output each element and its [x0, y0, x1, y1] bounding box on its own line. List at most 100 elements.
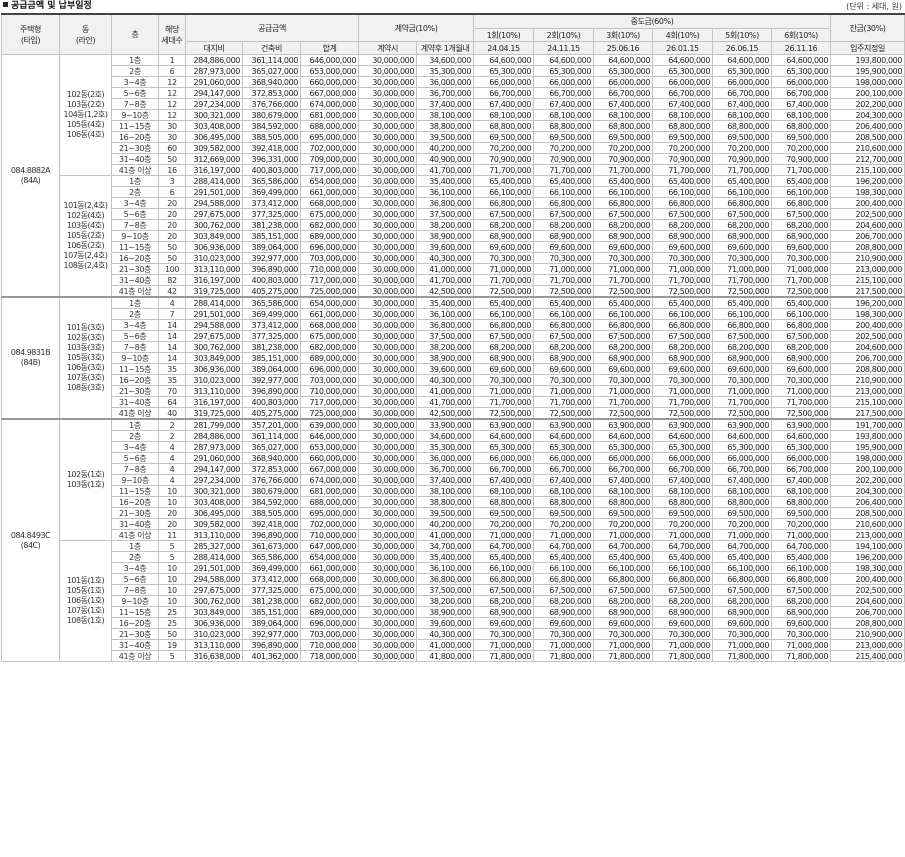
deposit-on-contract-cell: 30,000,000 — [358, 418, 418, 431]
mid-payment-5-cell: 63,900,000 — [712, 418, 773, 431]
mid-payment-2-cell: 65,300,000 — [533, 65, 595, 77]
land-price-cell: 310,023,000 — [185, 628, 243, 640]
mid-payment-2-cell: 66,100,000 — [533, 186, 595, 198]
total-price-cell: 654,000,000 — [299, 551, 360, 563]
building-price-cell: 401,362,000 — [242, 650, 301, 662]
deposit-after-month-cell: 36,800,000 — [416, 197, 475, 209]
mid-payment-2-cell: 66,100,000 — [533, 308, 595, 320]
units-cell: 42 — [158, 285, 186, 298]
mid-payment-2-cell: 70,300,000 — [533, 374, 595, 386]
mid-payment-3-cell: 71,000,000 — [593, 263, 654, 275]
total-price-cell: 646,000,000 — [299, 430, 360, 442]
floor-cell: 11~15층 — [111, 606, 159, 618]
deposit-after-month-cell: 41,000,000 — [416, 639, 475, 651]
units-cell: 30 — [158, 131, 186, 143]
deposit-on-contract-cell: 30,000,000 — [358, 341, 418, 353]
table-row: 16~20층 25 306,936,000 389,064,000 696,000,00… — [2, 617, 905, 629]
mid-payment-6-cell: 66,100,000 — [771, 562, 832, 574]
header-land: 대지비 — [185, 41, 243, 55]
units-cell: 10 — [158, 584, 186, 596]
total-price-cell: 695,000,000 — [299, 131, 360, 143]
deposit-after-month-cell: 36,700,000 — [416, 87, 475, 99]
floor-cell: 31~40층 — [111, 396, 159, 408]
mid-payment-3-cell: 72,500,000 — [593, 285, 654, 298]
mid-payment-4-cell: 66,700,000 — [652, 463, 714, 475]
table-header: 주택형 (타입) 동 (라인) 층 해당 세대수 공급금액 계약금(10%) 중… — [1, 13, 905, 55]
floor-cell: 21~30층 — [111, 263, 159, 275]
building-price-cell: 400,803,000 — [242, 274, 301, 286]
mid-payment-2-cell: 69,600,000 — [533, 363, 595, 375]
units-cell: 4 — [158, 296, 186, 309]
units-cell: 40 — [158, 407, 186, 420]
mid-payment-3-cell: 68,800,000 — [593, 496, 654, 508]
mid-payment-3-cell: 70,300,000 — [593, 252, 654, 264]
mid-payment-6-cell: 68,100,000 — [771, 485, 832, 497]
units-cell: 1 — [158, 54, 186, 66]
mid-payment-5-cell: 65,400,000 — [712, 175, 773, 187]
balance-cell: 204,300,000 — [830, 109, 905, 121]
land-price-cell: 312,669,000 — [185, 153, 243, 165]
land-price-cell: 306,936,000 — [185, 363, 243, 375]
mid-payment-3-cell: 69,600,000 — [593, 241, 654, 253]
mid-payment-2-cell: 71,700,000 — [533, 164, 595, 176]
mid-payment-6-cell: 68,900,000 — [771, 352, 832, 364]
mid-payment-4-cell: 68,900,000 — [652, 230, 714, 242]
building-price-cell: 385,151,000 — [242, 230, 301, 242]
mid-payment-6-cell: 66,800,000 — [771, 197, 832, 209]
table-row: 9~10층 10 300,762,000 381,238,000 682,000,000… — [2, 595, 905, 607]
land-price-cell: 303,408,000 — [185, 496, 243, 508]
header-dong: 동 (라인) — [59, 13, 112, 55]
mid-payment-2-cell: 71,800,000 — [533, 650, 595, 662]
land-price-cell: 281,799,000 — [185, 418, 243, 431]
units-cell: 10 — [158, 595, 186, 607]
header-mid-round-3: 3회(10%) — [593, 28, 654, 42]
mid-payment-4-cell: 68,900,000 — [652, 352, 714, 364]
mid-payment-3-cell: 70,900,000 — [593, 153, 654, 165]
header-units: 해당 세대수 — [158, 13, 186, 55]
units-cell: 20 — [158, 230, 186, 242]
floor-cell: 2층 — [111, 65, 159, 77]
land-price-cell: 300,762,000 — [185, 219, 243, 231]
header-balance: 잔금(30%) — [830, 13, 905, 42]
table-row: 21~30층 50 310,023,000 392,977,000 703,000,00… — [2, 628, 905, 640]
mid-payment-5-cell: 69,600,000 — [712, 241, 773, 253]
floor-cell: 21~30층 — [111, 142, 159, 154]
building-price-cell: 392,977,000 — [242, 374, 301, 386]
deposit-on-contract-cell: 30,000,000 — [358, 396, 418, 408]
mid-payment-6-cell: 66,000,000 — [771, 76, 832, 88]
floor-cell: 3~4층 — [111, 197, 159, 209]
mid-payment-4-cell: 66,000,000 — [652, 452, 714, 464]
land-price-cell: 300,321,000 — [185, 485, 243, 497]
building-price-cell: 392,977,000 — [242, 252, 301, 264]
table-row: 2층 2 284,886,000 361,114,000 646,000,000 30,0… — [2, 430, 905, 442]
mid-payment-2-cell: 70,200,000 — [533, 518, 595, 530]
mid-payment-1-cell: 71,700,000 — [473, 396, 535, 408]
mid-payment-3-cell: 66,000,000 — [593, 452, 654, 464]
balance-cell: 206,700,000 — [830, 606, 905, 618]
mid-payment-1-cell: 66,800,000 — [473, 573, 535, 585]
units-cell: 12 — [158, 98, 186, 110]
mid-payment-6-cell: 70,300,000 — [771, 374, 832, 386]
total-price-cell: 717,000,000 — [299, 164, 360, 176]
mid-payment-1-cell: 65,400,000 — [473, 296, 535, 309]
mid-payment-6-cell: 70,200,000 — [771, 518, 832, 530]
mid-payment-2-cell: 71,700,000 — [533, 274, 595, 286]
mid-payment-4-cell: 66,100,000 — [652, 308, 714, 320]
units-cell: 20 — [158, 208, 186, 220]
mid-payment-3-cell: 68,900,000 — [593, 606, 654, 618]
mid-payment-3-cell: 69,500,000 — [593, 507, 654, 519]
building-price-cell: 365,586,000 — [242, 175, 301, 187]
mid-payment-1-cell: 67,500,000 — [473, 330, 535, 342]
deposit-on-contract-cell: 30,000,000 — [358, 76, 418, 88]
balance-cell: 191,700,000 — [830, 418, 905, 431]
mid-payment-6-cell: 71,000,000 — [771, 639, 832, 651]
table-row: 31~40층 19 313,110,000 396,890,000 710,000,00… — [2, 639, 905, 651]
floor-cell: 11~15층 — [111, 485, 159, 497]
mid-payment-4-cell: 70,300,000 — [652, 252, 714, 264]
deposit-after-month-cell: 37,500,000 — [416, 208, 475, 220]
building-price-cell: 376,766,000 — [242, 474, 301, 486]
mid-payment-5-cell: 66,800,000 — [712, 573, 773, 585]
deposit-on-contract-cell: 30,000,000 — [358, 452, 418, 464]
deposit-on-contract-cell: 30,000,000 — [358, 529, 418, 541]
mid-payment-6-cell: 69,500,000 — [771, 131, 832, 143]
